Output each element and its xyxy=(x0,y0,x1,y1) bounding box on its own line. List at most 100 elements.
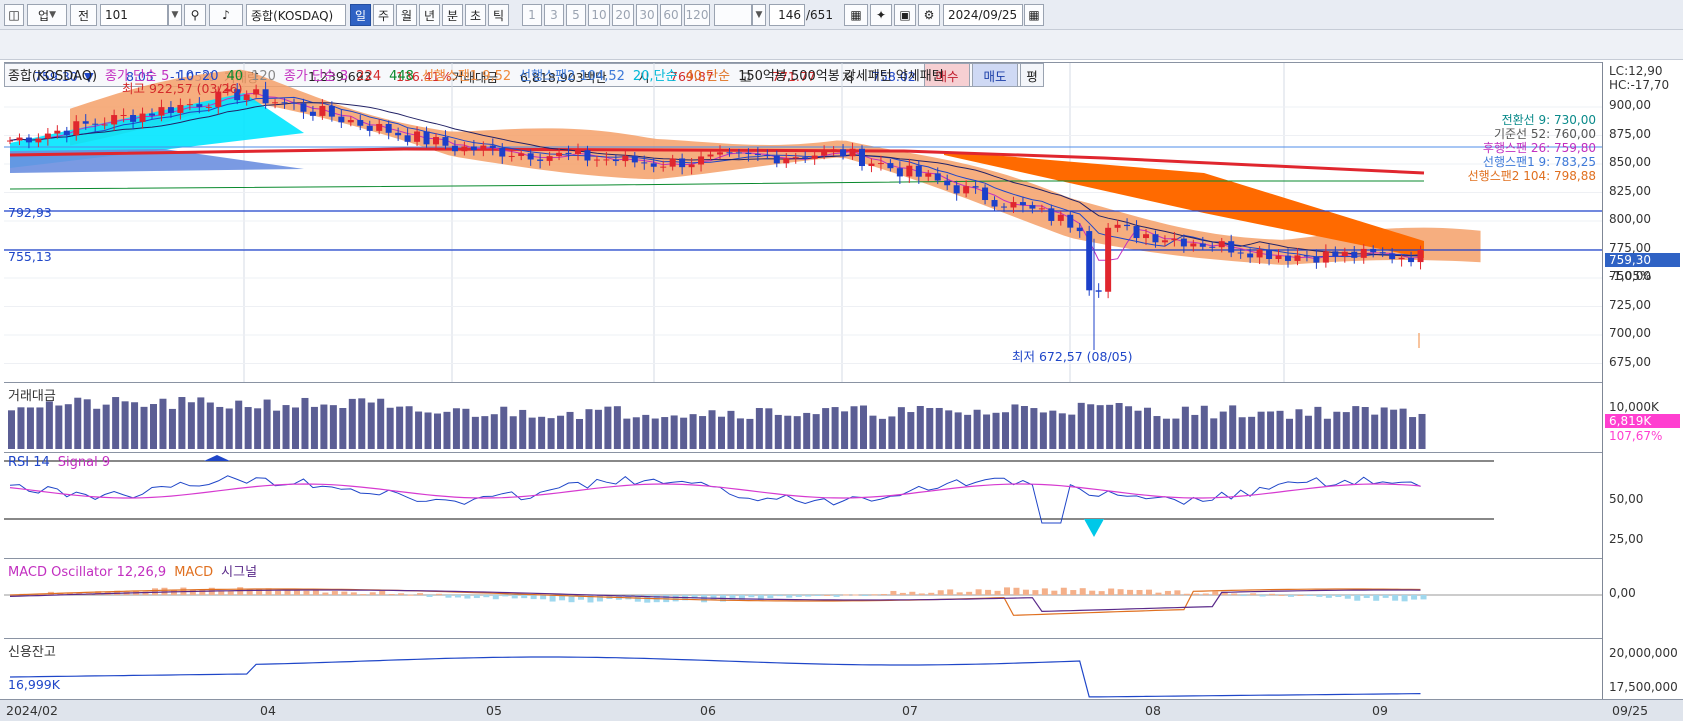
amount-bar-140 xyxy=(1333,411,1341,449)
macd-bar-110 xyxy=(1051,590,1058,595)
candle-body-149 xyxy=(1417,249,1424,263)
macd-bar-127 xyxy=(1212,591,1219,595)
macd-bar-94 xyxy=(899,592,906,595)
credit-panel[interactable]: 신용잔고 16,999K xyxy=(4,638,1602,699)
amount-bar-139 xyxy=(1323,418,1331,449)
macd-bar-38 xyxy=(369,592,376,595)
macd-bar-47 xyxy=(454,595,461,598)
date-input[interactable]: 2024/09/25 xyxy=(943,4,1023,26)
amount-bar-56 xyxy=(538,416,546,449)
gear-icon[interactable]: ⚙ xyxy=(918,4,940,26)
price-chart[interactable] xyxy=(4,63,1602,383)
price-panel[interactable]: 종합(KOSDAQ) 종가 단순 5 10 20 40 120 종가 단순 3 224 448 선… xyxy=(4,62,1602,383)
candle-body-51 xyxy=(489,145,496,148)
rsi-chart[interactable] xyxy=(4,453,1602,559)
macd-bar-114 xyxy=(1089,590,1096,595)
candle-body-102 xyxy=(972,186,979,188)
x-label-4: 07 xyxy=(902,703,918,718)
candle-body-36 xyxy=(347,120,354,123)
macd-bar-118 xyxy=(1127,589,1134,595)
interval-button-1[interactable]: 3 xyxy=(544,4,564,26)
chart-icon[interactable]: ◫ xyxy=(4,4,24,26)
macd-bar-144 xyxy=(1373,595,1380,601)
high-note: 최고 922,57 (03/26) xyxy=(122,81,243,96)
macd-panel[interactable]: MACD Oscillator 12,26,9 MACD 시그널 xyxy=(4,558,1602,638)
save-icon[interactable]: ▣ xyxy=(894,4,916,26)
macd-bar-136 xyxy=(1297,594,1304,596)
amount-bar-84 xyxy=(803,412,811,449)
interval-button-4[interactable]: 20 xyxy=(612,4,634,26)
candle-body-56 xyxy=(537,159,544,161)
candle-body-69 xyxy=(660,166,667,168)
draw-icon[interactable]: ✦ xyxy=(870,4,892,26)
interval-input[interactable] xyxy=(714,4,752,26)
macd-bar-100 xyxy=(956,592,963,595)
interval-button-7[interactable]: 120 xyxy=(684,4,710,26)
period-tab-5[interactable]: 초 xyxy=(465,4,486,26)
indicator-icon[interactable]: ▦ xyxy=(844,4,868,26)
amount-bar-114 xyxy=(1087,404,1095,449)
macd-bar-145 xyxy=(1382,595,1389,598)
macd-bar-104 xyxy=(994,590,1001,595)
credit-title: 신용잔고 xyxy=(8,641,64,660)
legend-item-11: 20,단순 xyxy=(632,69,678,84)
count-input[interactable]: 146 xyxy=(769,4,805,26)
rsi-panel[interactable]: RSI 14 Signal 9 xyxy=(4,452,1602,558)
macd-bar-149 xyxy=(1420,595,1427,600)
period-tab-1[interactable]: 주 xyxy=(373,4,394,26)
chevron-down-icon: ▼ xyxy=(171,10,179,20)
ichimoku-label-4: 선행스팬2 104: 798,88 xyxy=(1467,169,1596,183)
interval-dropdown[interactable]: ▼ xyxy=(752,4,766,26)
candle-body-80 xyxy=(764,155,771,157)
candle-body-88 xyxy=(840,149,847,157)
candle-body-75 xyxy=(717,152,723,155)
period-tab-3[interactable]: 년 xyxy=(419,4,440,26)
credit-chart[interactable] xyxy=(4,639,1602,700)
code-dropdown[interactable]: ▼ xyxy=(168,4,182,26)
candle-body-18 xyxy=(177,104,184,113)
candle-body-15 xyxy=(149,113,155,116)
period-tab-2[interactable]: 월 xyxy=(396,4,417,26)
interval-button-0[interactable]: 1 xyxy=(522,4,542,26)
period-tab-0[interactable]: 일 xyxy=(350,4,371,26)
amount-bar-126 xyxy=(1200,405,1208,449)
macd-bar-140 xyxy=(1335,595,1342,597)
candle-body-58 xyxy=(556,152,563,157)
candle-body-136 xyxy=(1294,255,1301,261)
period-tab-6[interactable]: 틱 xyxy=(488,4,509,26)
name-field[interactable]: 종합(KOSDAQ) xyxy=(246,4,346,26)
x-label-2: 05 xyxy=(486,703,502,718)
quote-bar: 759.30 ▼ 8.05 -1.05% 거래량 1,239,693 136.4… xyxy=(0,30,1683,87)
candle-body-71 xyxy=(679,158,686,168)
candle-body-124 xyxy=(1180,238,1187,247)
calendar-icon[interactable]: ▦ xyxy=(1024,4,1044,26)
interval-button-3[interactable]: 10 xyxy=(588,4,610,26)
candle-body-19 xyxy=(186,104,193,106)
amount-chart[interactable] xyxy=(4,383,1602,453)
amount-bar-85 xyxy=(812,414,820,449)
interval-button-5[interactable]: 30 xyxy=(636,4,658,26)
period-tab-4[interactable]: 분 xyxy=(442,4,463,26)
amount-bar-106 xyxy=(1011,404,1019,449)
search-icon[interactable]: ⚲ xyxy=(184,4,206,26)
candle-body-93 xyxy=(887,163,894,169)
interval-button-2[interactable]: 5 xyxy=(566,4,586,26)
interval-button-6[interactable]: 60 xyxy=(660,4,682,26)
speaker-icon[interactable]: ♪ xyxy=(209,4,243,26)
macd-bar-108 xyxy=(1032,590,1039,595)
macd-bar-87 xyxy=(833,595,840,597)
candle-body-92 xyxy=(877,163,884,165)
candle-body-70 xyxy=(669,158,676,167)
amount-bar-76 xyxy=(727,410,735,449)
amount-bar-128 xyxy=(1219,411,1227,449)
code-input[interactable]: 101 xyxy=(100,4,168,26)
period-select[interactable]: 전 xyxy=(70,4,97,26)
candle-body-7 xyxy=(73,121,80,136)
candle-body-119 xyxy=(1133,226,1140,239)
amount-panel[interactable]: 거래대금 xyxy=(4,382,1602,452)
market-select[interactable]: 업 ▼ xyxy=(27,4,67,26)
amount-bar-136 xyxy=(1295,409,1303,449)
amount-bar-23 xyxy=(225,408,233,449)
macd-bar-90 xyxy=(862,595,868,596)
macd-bar-80 xyxy=(767,595,774,599)
